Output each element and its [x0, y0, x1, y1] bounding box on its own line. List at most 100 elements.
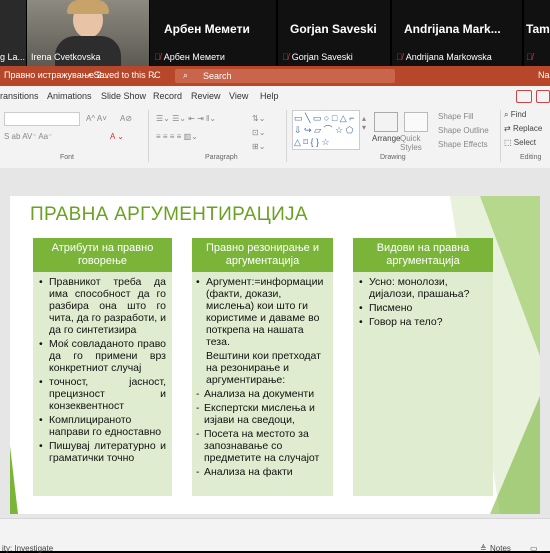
notes-icon[interactable]: ≜ [480, 544, 487, 553]
search-icon: ⌕ [183, 70, 189, 80]
tab-slide-show[interactable]: Slide Show [101, 91, 146, 101]
comments-icon[interactable] [516, 90, 532, 103]
font-size-increase-icon[interactable]: A^ A˅ [86, 114, 107, 123]
participant-tile[interactable]: Tam 🎙̸ [524, 0, 550, 66]
participant-name: g La... [0, 52, 26, 62]
search-box[interactable]: ⌕ Search [175, 69, 395, 83]
participant-name: Andrijana Markowska [405, 52, 492, 62]
search-placeholder: Search [203, 71, 232, 81]
list-item: Експертски мислења и изјави на сведоци, [196, 402, 329, 426]
list-item: Усно: монолози, дијалози, прашања? [359, 276, 487, 300]
column-header: Правно резонирање и аргументација [192, 238, 333, 272]
arrange-icon[interactable] [374, 112, 398, 132]
smartart-icon[interactable]: ⊞⌄ [252, 142, 265, 151]
content-column-2: Правно резонирање и аргументација Аргуме… [192, 238, 333, 496]
column-header: Видови на правна аргументација [353, 238, 493, 272]
list-item: Анализа на документи [196, 388, 329, 400]
mic-muted-icon: 🎙̸ [282, 52, 289, 62]
search-icon: ⌕ [504, 110, 511, 119]
comments-icon[interactable]: ▭ [530, 544, 538, 553]
font-name-dropdown[interactable] [4, 112, 80, 126]
present-icon[interactable] [536, 90, 550, 103]
clear-formatting-icon[interactable]: A⊘ [120, 114, 132, 123]
shape-fill-button[interactable]: Shape Fill [438, 112, 474, 121]
quick-styles-button[interactable]: Quick Styles [400, 134, 434, 152]
notes-button[interactable]: Notes [490, 544, 511, 553]
list-item: Писмено [359, 302, 487, 314]
list-item: Аргумент:=информации (факти, докази, мис… [196, 276, 329, 348]
list-item: Вештини кои претходат на резонирање и ар… [206, 350, 321, 386]
select-label: Select [513, 138, 537, 147]
divider [148, 110, 149, 162]
column-header: Атрибути на правно говорење [33, 238, 172, 272]
divider [286, 110, 287, 162]
cursor-icon: ⬚ [504, 138, 514, 147]
participants-strip: g La... Irena Cvetkovska Арбен Мемети 🎙̸… [0, 0, 550, 66]
participant-tile[interactable]: Gorjan Saveski 🎙̸ Gorjan Saveski [278, 0, 390, 66]
participant-tile[interactable]: Andrijana Mark... 🎙̸ Andrijana Markowska [392, 0, 522, 66]
slide-canvas[interactable]: ПРАВНА АРГУМЕНТИРАЦИЈА Атрибути на правн… [10, 196, 540, 514]
group-label-font: Font [60, 154, 75, 161]
list-item: точност, јасност, прецизност и конзеквен… [39, 376, 166, 412]
find-button[interactable]: ⌕ Find [504, 110, 526, 120]
mic-muted-icon: 🎙̸ [154, 52, 161, 62]
replace-button[interactable]: ⇄ Replace [504, 124, 542, 133]
shape-outline-button[interactable]: Shape Outline [438, 126, 489, 135]
align-icons[interactable]: ≡ ≡ ≡ ≡ ▥⌄ [156, 132, 198, 141]
tab-view[interactable]: View [229, 91, 248, 101]
list-item: Анализа на факти [196, 466, 329, 478]
column-list: Аргумент:=информации (факти, докази, мис… [196, 276, 329, 478]
mic-muted-icon: 🎙̸ [396, 52, 403, 62]
participant-display-name: Арбен Мемети [164, 22, 250, 36]
find-label: Find [510, 110, 527, 119]
replace-icon: ⇄ [504, 124, 513, 133]
text-direction-icon[interactable]: ⇅⌄ [252, 114, 265, 123]
list-item: Моќ совладаното право да го примени врз … [39, 338, 166, 374]
tab-record[interactable]: Record [153, 91, 182, 101]
group-label-editing: Editing [520, 154, 542, 161]
tab-help[interactable]: Help [260, 91, 279, 101]
column-list: Усно: монолози, дијалози, прашања? Писмен… [359, 276, 487, 328]
chevron-down-icon[interactable]: ⌄ [150, 70, 158, 81]
participant-display-name: Andrijana Mark... [404, 22, 501, 36]
list-item: Пишувај литературно и граматички точно [39, 440, 166, 464]
arrange-button[interactable]: Arrange [372, 134, 400, 143]
group-label-drawing: Drawing [380, 154, 406, 161]
participant-hair [67, 0, 109, 14]
divider [500, 110, 501, 162]
list-item: Правникот треба да има способност да го … [39, 276, 166, 336]
group-label-paragraph: Paragraph [205, 154, 238, 161]
participant-name: Irena Cvetkovska [31, 52, 101, 62]
list-item: Посета на местото за запознавање со пред… [196, 428, 329, 464]
content-column-1: Атрибути на правно говорење Правникот тр… [33, 238, 172, 496]
replace-label: Replace [512, 124, 543, 133]
list-item: Комплицираното направи го едноставно [39, 414, 166, 438]
list-item: Говор на тело? [359, 316, 487, 328]
select-button[interactable]: ⬚ Select [504, 138, 536, 147]
ribbon-tabs: ransitions Animations Slide Show Record … [0, 86, 550, 106]
font-format-icons[interactable]: S ab AV⁻ Aa⁻ [4, 132, 52, 141]
column-list: Правникот треба да има способност да го … [39, 276, 166, 464]
tab-review[interactable]: Review [191, 91, 221, 101]
participant-name: Gorjan Saveski [291, 52, 353, 62]
participant-display-name: Gorjan Saveski [290, 22, 377, 36]
list-icons[interactable]: ☰⌄ ☰⌄ ⇤ ⇥ ‖⌄ [156, 114, 216, 123]
ribbon: A^ A˅ A⊘ S ab AV⁻ Aa⁻ A ⌄ Font ☰⌄ ☰⌄ ⇤ ⇥… [0, 106, 550, 169]
participant-display-name: Tam [526, 22, 550, 36]
user-initials[interactable]: Na [538, 70, 550, 80]
quick-styles-icon[interactable] [404, 112, 428, 132]
font-color-icon[interactable]: A ⌄ [110, 132, 124, 141]
align-text-icon[interactable]: ⊡⌄ [252, 128, 265, 137]
participant-tile[interactable]: g La... [0, 0, 26, 66]
tab-animations[interactable]: Animations [47, 91, 92, 101]
participant-tile[interactable]: Арбен Мемети 🎙̸ Арбен Мемети [150, 0, 276, 66]
participant-video-irena[interactable]: Irena Cvetkovska [27, 0, 149, 66]
accessibility-status[interactable]: ity: Investigate [2, 544, 53, 553]
content-column-3: Видови на правна аргументација Усно: мон… [353, 238, 493, 496]
gallery-scroll-icon[interactable]: ▴ ▾ [362, 114, 366, 132]
shape-effects-button[interactable]: Shape Effects [438, 140, 488, 149]
shapes-gallery[interactable]: ▭ ╲ ▭ ○ □ △ ⌐ ⇩ ↪ ▱ ⌒ ☆ ⬠ △ ⌑ { } ☆ [292, 110, 360, 150]
tab-transitions[interactable]: ransitions [0, 91, 39, 101]
mic-muted-icon: 🎙̸ [526, 52, 533, 62]
status-bar: ity: Investigate ≜ Notes ▭ [0, 518, 550, 553]
